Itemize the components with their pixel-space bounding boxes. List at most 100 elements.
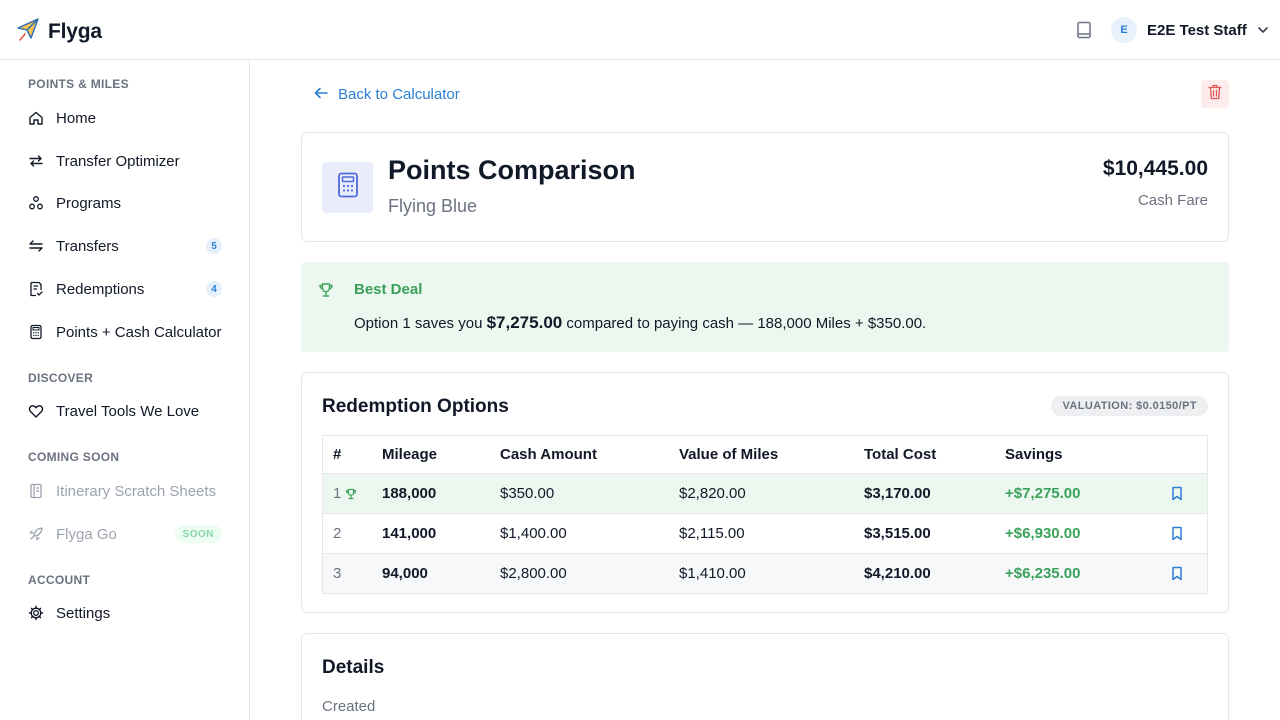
sidebar-item-label: Transfer Optimizer [56,152,180,170]
valuation-badge: VALUATION: $0.0150/PT [1051,396,1208,416]
sidebar-item-flyga-go: Flyga Go SOON [28,522,222,546]
transfers-icon [28,238,44,254]
cash-amount-cell: $1,400.00 [500,525,567,542]
sidebar-item-programs[interactable]: Programs [28,191,222,215]
created-label: Created [322,698,376,715]
total-cost-cell: $3,170.00 [864,485,931,502]
trophy-icon [318,282,334,298]
column-header-rank: # [333,446,342,463]
cash-fare-label: Cash Fare [1137,192,1208,209]
mileage-cell: 188,000 [382,485,437,502]
best-deal-text-before: Option 1 saves you [354,315,483,332]
total-cost-cell: $4,210.00 [864,565,931,582]
rank-cell: 1 [333,474,357,513]
bookmark-icon[interactable] [1171,474,1183,513]
calculator-icon [28,324,44,340]
rank-cell: 3 [333,565,342,582]
cash-amount-cell: $350.00 [500,485,555,502]
soon-badge: SOON [174,525,222,543]
redemption-options-card: Redemption Options VALUATION: $0.0150/PT… [301,372,1229,613]
sidebar-item-travel-tools[interactable]: Travel Tools We Love [28,399,222,423]
savings-cell: +$6,235.00 [1005,565,1081,582]
sidebar-item-label: Points + Cash Calculator [56,323,222,341]
brand-name: Flyga [48,19,102,43]
sidebar-item-itinerary-scratch-sheets: Itinerary Scratch Sheets [28,479,222,503]
trophy-icon [345,488,357,500]
sidebar-item-label: Settings [56,604,111,622]
value-of-miles-cell: $2,820.00 [679,485,746,502]
swap-icon [28,153,44,169]
delete-button[interactable] [1201,80,1229,108]
chevron-down-icon [1257,21,1269,39]
calculator-icon [337,172,359,203]
table-row: 2 141,000 $1,400.00 $2,115.00 $3,515.00 … [323,513,1207,553]
sidebar: POINTS & MILES Home Transfer Optimizer P… [0,60,250,720]
programs-icon [28,195,44,211]
sidebar-item-label: Transfers [56,237,119,255]
cash-fare-amount: $10,445.00 [1102,157,1208,180]
heart-icon [28,403,44,419]
redemption-options-table: # Mileage Cash Amount Value of Miles Tot… [322,435,1208,594]
program-name: Flying Blue [388,196,478,216]
table-header-row: # Mileage Cash Amount Value of Miles Tot… [323,436,1207,473]
column-header-cash-amount: Cash Amount [500,446,597,463]
section-title-points-miles: POINTS & MILES [28,77,129,91]
section-title-discover: DISCOVER [28,371,94,385]
notebook-icon [28,483,44,499]
top-bar: Flyga E E2E Test Staff [0,0,1280,60]
brand[interactable]: Flyga [16,16,102,47]
calculator-tile [322,162,373,213]
sidebar-item-points-cash-calculator[interactable]: Points + Cash Calculator [28,320,222,344]
mileage-cell: 141,000 [382,525,437,542]
best-deal-savings-amount: $7,275.00 [486,313,563,332]
sidebar-item-label: Travel Tools We Love [56,402,200,420]
back-link-label: Back to Calculator [338,85,460,103]
table-row: 1 188,000 $350.00 $2,820.00 $3,170.00 +$… [323,473,1207,513]
bookmark-icon[interactable] [1171,514,1183,553]
column-header-total-cost: Total Cost [864,446,937,463]
section-title-redemption-options: Redemption Options [322,396,509,417]
sidebar-item-settings[interactable]: Settings [28,601,222,625]
home-icon [28,110,44,126]
sidebar-item-label: Flyga Go [56,525,117,543]
total-cost-cell: $3,515.00 [864,525,931,542]
arrow-left-icon [314,86,328,103]
receipt-icon [28,281,44,297]
sidebar-item-transfers[interactable]: Transfers 5 [28,234,222,258]
count-badge: 5 [206,238,222,254]
mileage-cell: 94,000 [382,565,428,582]
paper-plane-logo-icon [16,16,40,47]
page-title: Points Comparison [388,155,636,185]
sidebar-item-home[interactable]: Home [28,106,222,130]
trash-icon [1208,84,1222,105]
book-icon[interactable] [1074,20,1094,40]
bookmark-icon[interactable] [1171,554,1183,593]
best-deal-title: Best Deal [354,281,423,298]
gear-icon [28,605,44,621]
avatar: E [1111,17,1137,43]
value-of-miles-cell: $1,410.00 [679,565,746,582]
count-badge: 4 [206,281,222,297]
sidebar-item-redemptions[interactable]: Redemptions 4 [28,277,222,301]
best-deal-banner: Best Deal Option 1 saves you $7,275.00 c… [301,262,1229,352]
cash-amount-cell: $2,800.00 [500,565,567,582]
column-header-value-of-miles: Value of Miles [679,446,779,463]
sidebar-item-label: Programs [56,194,122,212]
rocket-icon [28,526,44,542]
rank-cell: 2 [333,525,342,542]
sidebar-item-label: Redemptions [56,280,145,298]
section-title-account: ACCOUNT [28,573,91,587]
rank-number: 1 [333,485,342,502]
section-title-coming-soon: COMING SOON [28,450,120,464]
savings-cell: +$6,930.00 [1005,525,1081,542]
savings-cell: +$7,275.00 [1005,485,1081,502]
sidebar-item-label: Home [56,109,97,127]
details-card: Details Created [301,633,1229,720]
back-to-calculator-link[interactable]: Back to Calculator [314,84,460,104]
value-of-miles-cell: $2,115.00 [679,525,745,542]
comparison-summary-card: Points Comparison Flying Blue $10,445.00… [301,132,1229,242]
best-deal-text-after: compared to paying cash — 188,000 Miles … [566,315,927,332]
sidebar-item-transfer-optimizer[interactable]: Transfer Optimizer [28,149,222,173]
column-header-mileage: Mileage [382,446,438,463]
user-menu[interactable]: E E2E Test Staff [1111,16,1269,44]
